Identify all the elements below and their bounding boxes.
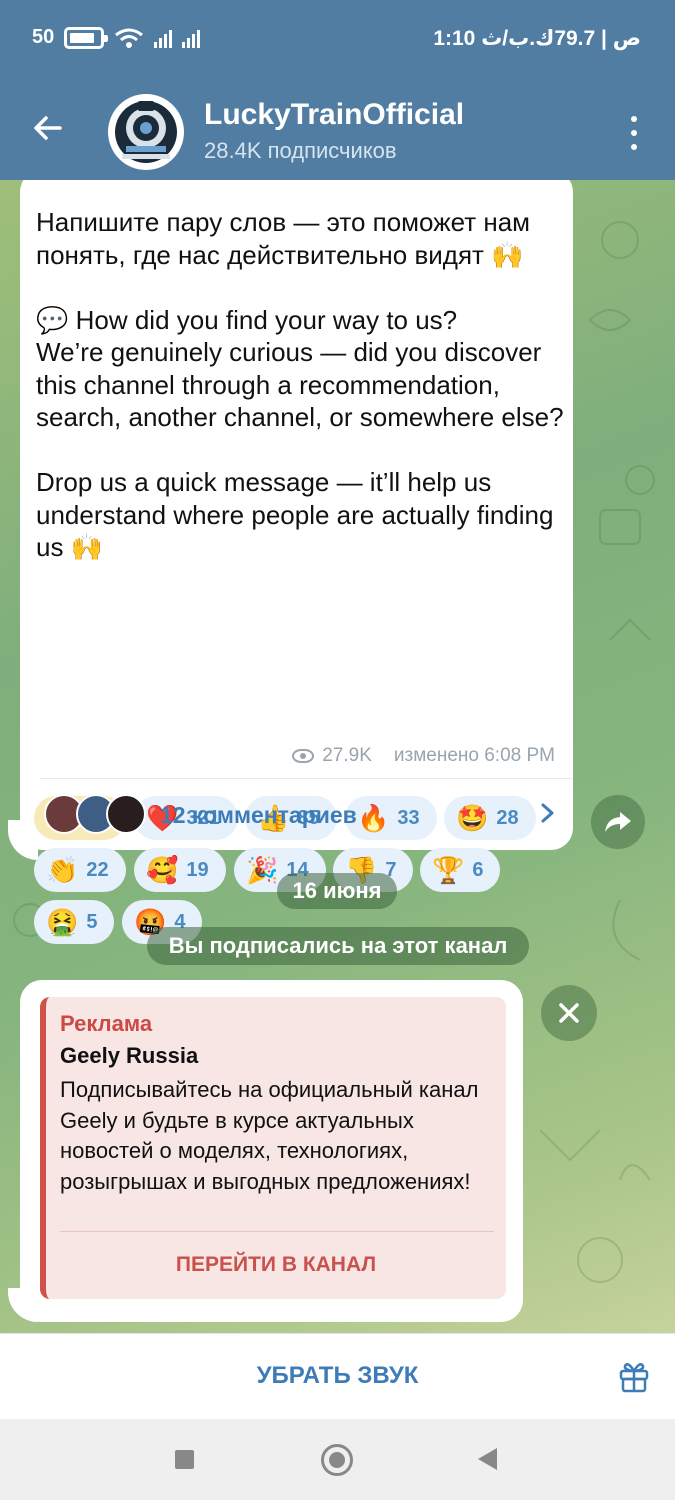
sponsored-message[interactable]: Реклама Geely Russia Подписывайтесь на о…: [20, 980, 523, 1322]
post-cta: Drop us a quick message — it’ll help us …: [36, 467, 561, 562]
share-button[interactable]: [591, 795, 645, 849]
comments-label: 12 комментариев: [160, 802, 357, 828]
view-count: 27.9K: [322, 745, 372, 766]
ad-card[interactable]: Реклама Geely Russia Подписывайтесь на о…: [40, 997, 506, 1299]
back-triangle-icon[interactable]: [478, 1448, 497, 1470]
system-nav-bar: [0, 1419, 675, 1500]
party-popper-icon: 🎉: [246, 855, 279, 885]
raising-hands-emoji: 🙌: [491, 239, 524, 270]
comments-button[interactable]: 12 комментариев: [40, 782, 572, 846]
channel-title[interactable]: LuckyTrainOfficial: [204, 98, 464, 132]
eye-icon: [292, 749, 315, 763]
clapping-hands-icon: 👏: [46, 855, 79, 885]
reaction-count: 6: [472, 858, 484, 881]
train-logo-icon: [110, 96, 182, 168]
chat-header: LuckyTrainOfficial 28.4K подписчиков: [0, 78, 675, 180]
chat-area[interactable]: Напишите пару слов — это поможет нам пон…: [0, 180, 675, 1333]
reaction-clap[interactable]: 👏 22: [34, 848, 126, 892]
post-text: Напишите пару слов — это поможет нам пон…: [36, 206, 566, 564]
cell-signal-2-icon: [182, 28, 201, 48]
avatar: [106, 794, 146, 834]
cell-signal-icon: [154, 28, 173, 48]
post-meta: 27.9K изменено 6:08 PM: [292, 745, 555, 767]
close-ad-button[interactable]: [541, 985, 597, 1041]
ad-text: Подписывайтесь на официальный канал Geel…: [60, 1077, 479, 1194]
status-time: 1:10 ص | 79.7ك.ب/ث: [433, 27, 641, 50]
raising-hands-emoji: 🙌: [70, 532, 104, 562]
vomiting-face-icon: 🤮: [46, 907, 79, 937]
subscriber-count: 28.4K подписчиков: [204, 138, 397, 163]
status-bar: 50 1:10 ص | 79.7ك.ب/ث: [0, 0, 675, 78]
gift-icon[interactable]: [616, 1358, 652, 1394]
subscribed-notice: Вы подписались на этот канал: [147, 927, 529, 965]
home-icon[interactable]: [321, 1444, 353, 1476]
reaction-count: 5: [86, 910, 98, 933]
reaction-trophy[interactable]: 🏆 6: [420, 848, 500, 892]
channel-avatar[interactable]: [108, 94, 184, 170]
reaction-smiling-hearts[interactable]: 🥰 19: [134, 848, 226, 892]
wifi-icon: [115, 28, 144, 48]
reaction-count: 22: [86, 858, 109, 881]
signal-strength-label: 50: [32, 26, 55, 48]
divider: [40, 778, 572, 779]
divider: [60, 1231, 494, 1232]
go-to-channel-button[interactable]: ПЕРЕЙТИ В КАНАЛ: [46, 1253, 506, 1277]
edited-time: изменено 6:08 PM: [393, 745, 555, 766]
status-left: 50: [32, 26, 201, 49]
speech-bubble-emoji: 💬: [36, 304, 69, 335]
post-body: We’re genuinely curious — did you discov…: [36, 337, 564, 432]
channel-post[interactable]: Напишите пару слов — это поможет нам пон…: [20, 180, 573, 944]
more-vertical-icon[interactable]: [622, 116, 646, 150]
back-arrow-icon[interactable]: [30, 110, 66, 146]
trophy-icon: 🏆: [432, 855, 465, 885]
post-question: How did you find your way to us?: [75, 304, 458, 335]
chevron-right-icon: [541, 803, 554, 823]
recents-icon[interactable]: [175, 1450, 194, 1469]
mute-button[interactable]: УБРАТЬ ЗВУК: [0, 1362, 675, 1390]
share-icon: [605, 812, 631, 832]
bottom-bar: УБРАТЬ ЗВУК: [0, 1333, 675, 1419]
date-separator: 16 июня: [277, 873, 397, 909]
post-text-ru: Напишите пару слов — это поможет нам пон…: [36, 207, 538, 270]
battery-icon: [64, 26, 109, 49]
reaction-vomit[interactable]: 🤮 5: [34, 900, 114, 944]
ad-title: Geely Russia: [60, 1043, 199, 1068]
close-icon: [559, 1003, 579, 1023]
reaction-count: 19: [186, 858, 209, 881]
smiling-hearts-icon: 🥰: [146, 855, 179, 885]
ad-label: Реклама: [60, 1011, 153, 1036]
